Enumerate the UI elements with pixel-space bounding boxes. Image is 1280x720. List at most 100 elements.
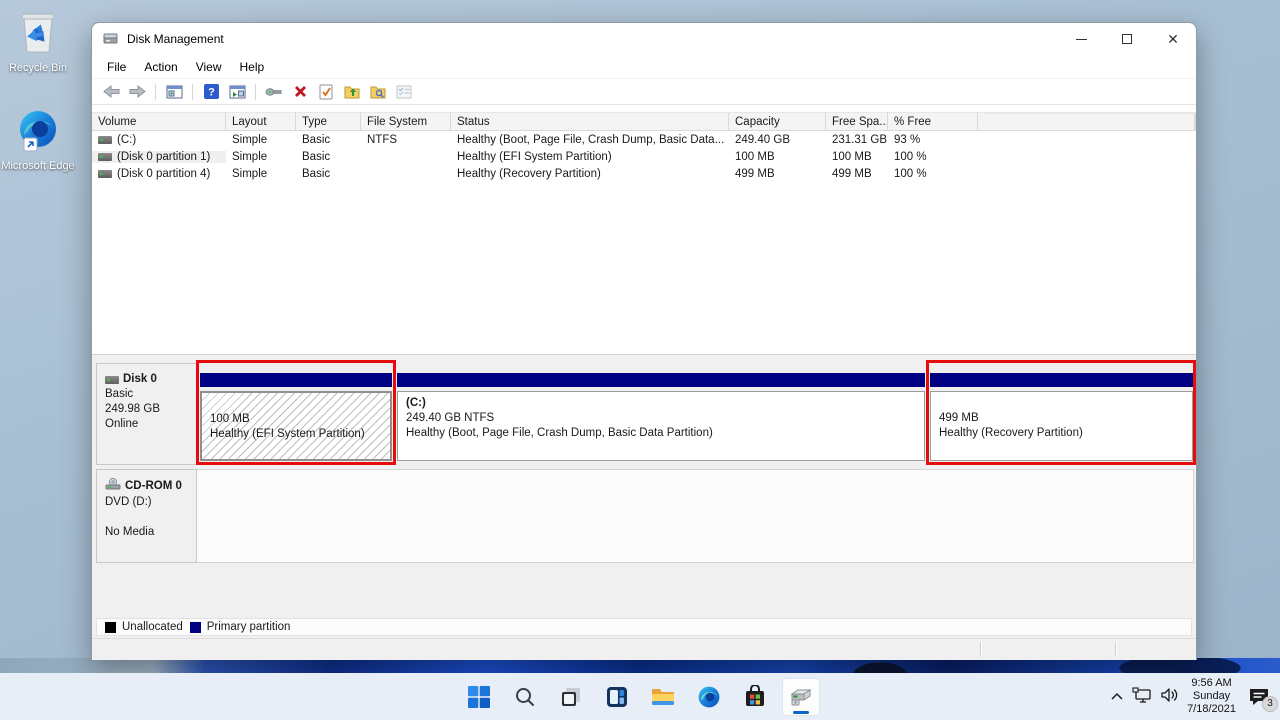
menu-action[interactable]: Action	[135, 57, 186, 77]
cell-layout: Simple	[226, 151, 296, 163]
col-filler	[984, 113, 1195, 131]
col-pct-free[interactable]: % Free	[888, 112, 978, 131]
edge-icon	[15, 143, 61, 157]
show-action-pane-button[interactable]	[226, 82, 248, 102]
notification-badge: 3	[1262, 696, 1278, 712]
partition-c[interactable]: (C:) 249.40 GB NTFS Healthy (Boot, Page …	[397, 373, 925, 461]
cell-pct: 100 %	[888, 168, 978, 180]
help-button[interactable]: ?	[200, 82, 222, 102]
widgets-button[interactable]	[598, 678, 636, 716]
minimize-button[interactable]	[1058, 23, 1104, 55]
cell-pct: 93 %	[888, 134, 978, 146]
search-button[interactable]	[506, 678, 544, 716]
back-button[interactable]	[100, 82, 122, 102]
clock-date: 7/18/2021	[1187, 703, 1236, 716]
properties-button[interactable]	[315, 82, 337, 102]
windows-logo-icon	[467, 685, 491, 709]
legend-bar: Unallocated Primary partition	[96, 618, 1192, 636]
window-title: Disk Management	[127, 32, 224, 46]
status-divider	[1115, 642, 1116, 657]
close-button[interactable]: ✕	[1150, 23, 1196, 55]
col-capacity[interactable]: Capacity	[729, 112, 826, 131]
cell-status: Healthy (Boot, Page File, Crash Dump, Ba…	[451, 134, 729, 146]
store-button[interactable]	[736, 678, 774, 716]
task-view-button[interactable]	[552, 678, 590, 716]
maximize-button[interactable]	[1104, 23, 1150, 55]
cdrom-media-area	[197, 469, 1194, 563]
search-icon	[514, 686, 536, 708]
disk0-status: Online	[105, 417, 196, 432]
col-layout[interactable]: Layout	[226, 112, 296, 131]
show-console-tree-button[interactable]	[163, 82, 185, 102]
volume-icon	[98, 153, 112, 161]
start-button[interactable]	[460, 678, 498, 716]
partition-name: (C:)	[406, 396, 920, 411]
menu-file[interactable]: File	[98, 57, 135, 77]
minimize-icon	[1076, 39, 1087, 40]
disk0-info-panel[interactable]: Disk 0 Basic 249.98 GB Online	[96, 363, 197, 465]
volume-icon[interactable]	[1160, 687, 1179, 706]
tray-chevron-icon[interactable]	[1110, 690, 1124, 704]
col-type[interactable]: Type	[296, 112, 361, 131]
cd-rom-icon	[105, 478, 121, 495]
legend-label: Primary partition	[207, 621, 291, 633]
menu-help[interactable]: Help	[231, 57, 274, 77]
cell-fs: NTFS	[361, 134, 451, 146]
legend-label: Unallocated	[122, 621, 183, 633]
store-icon	[743, 685, 767, 709]
cell-free: 100 MB	[826, 151, 888, 163]
cdrom-name: CD-ROM 0	[125, 479, 182, 494]
toolbar-separator	[155, 84, 156, 100]
folder-up-button[interactable]	[341, 82, 363, 102]
toolbar-separator	[192, 84, 193, 100]
volume-icon	[98, 136, 112, 144]
desktop-icon-microsoft-edge[interactable]: Microsoft Edge	[0, 108, 76, 173]
file-explorer-button[interactable]	[644, 678, 682, 716]
legend-item-primary: Primary partition	[190, 621, 291, 633]
task-view-icon	[559, 685, 583, 709]
volume-list-header: Volume Layout Type File System Status Ca…	[92, 112, 1196, 131]
tray-clock[interactable]: 9:56 AM Sunday 7/18/2021	[1187, 677, 1236, 716]
cell-capacity: 249.40 GB	[729, 134, 826, 146]
toolbar-separator	[255, 84, 256, 100]
cell-type: Basic	[296, 134, 361, 146]
volume-name: (Disk 0 partition 1)	[117, 151, 210, 163]
col-file-system[interactable]: File System	[361, 112, 451, 131]
cdrom-info-panel[interactable]: CD-ROM 0 DVD (D:) No Media	[96, 469, 197, 563]
disk-management-taskbar-button[interactable]	[782, 678, 820, 716]
delete-button[interactable]	[289, 82, 311, 102]
network-icon[interactable]	[1132, 687, 1152, 706]
folder-search-button[interactable]	[367, 82, 389, 102]
cdrom-media: DVD (D:)	[105, 495, 196, 510]
notification-center-button[interactable]: 3	[1244, 682, 1274, 712]
desktop-icon-label: Microsoft Edge	[0, 160, 76, 173]
title-bar[interactable]: Disk Management ✕	[92, 23, 1196, 55]
col-volume[interactable]: Volume	[92, 112, 226, 131]
file-explorer-icon	[650, 686, 676, 708]
table-row[interactable]: (Disk 0 partition 4) Simple Basic Health…	[92, 165, 1196, 182]
status-bar	[92, 638, 1196, 660]
primary-partition-swatch	[190, 622, 201, 633]
disk0-size: 249.98 GB	[105, 402, 196, 417]
table-row[interactable]: (Disk 0 partition 1) Simple Basic Health…	[92, 148, 1196, 165]
close-icon: ✕	[1167, 32, 1179, 46]
volume-list-pane: Volume Layout Type File System Status Ca…	[92, 105, 1196, 355]
disk0-type: Basic	[105, 387, 196, 402]
cell-free: 231.31 GB	[826, 134, 888, 146]
partition-status: Healthy (Boot, Page File, Crash Dump, Ba…	[406, 426, 920, 441]
desktop-icon-recycle-bin[interactable]: Recycle Bin	[0, 8, 76, 75]
status-divider	[980, 642, 981, 657]
col-free-space[interactable]: Free Spa...	[826, 112, 888, 131]
checklist-button[interactable]	[393, 82, 415, 102]
disk0-name: Disk 0	[123, 372, 157, 387]
cdrom-status: No Media	[105, 525, 196, 540]
wallpaper-bloom	[0, 658, 1280, 673]
forward-button[interactable]	[126, 82, 148, 102]
tool-button[interactable]	[263, 82, 285, 102]
legend-item-unallocated: Unallocated	[105, 621, 183, 633]
edge-button[interactable]	[690, 678, 728, 716]
col-status[interactable]: Status	[451, 112, 729, 131]
clock-day: Sunday	[1187, 690, 1236, 703]
table-row[interactable]: (C:) Simple Basic NTFS Healthy (Boot, Pa…	[92, 131, 1196, 148]
menu-view[interactable]: View	[187, 57, 231, 77]
